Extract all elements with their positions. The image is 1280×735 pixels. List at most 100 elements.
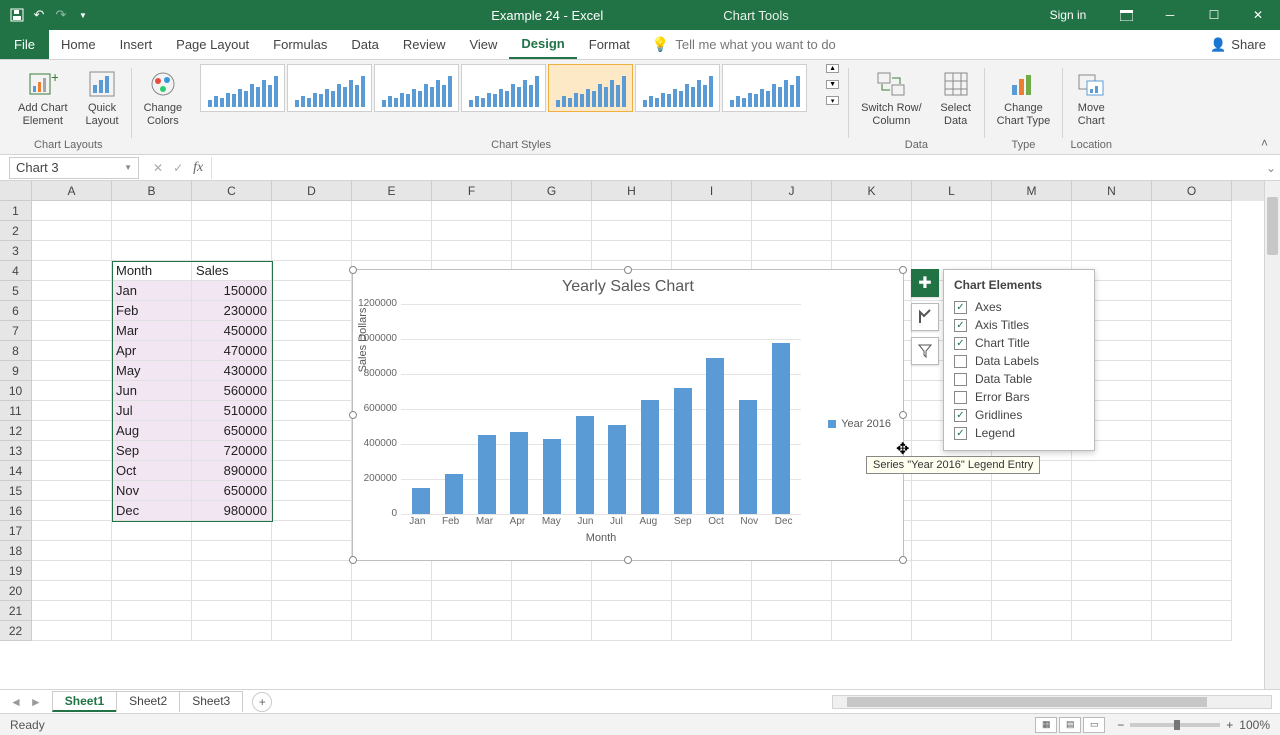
cell[interactable] [32,201,112,221]
chevron-down-icon[interactable]: ▼ [124,163,132,172]
cell[interactable] [32,361,112,381]
cell[interactable] [272,421,352,441]
cell[interactable] [352,221,432,241]
tab-design[interactable]: Design [509,30,576,59]
cell[interactable] [592,561,672,581]
cell[interactable] [192,621,272,641]
chart-element-option[interactable]: ✓Axis Titles [954,316,1084,334]
cell[interactable]: 890000 [192,461,272,481]
cell[interactable]: 650000 [192,421,272,441]
row-header[interactable]: 13 [0,441,32,461]
cell[interactable]: Month [112,261,192,281]
cell[interactable] [912,521,992,541]
cell[interactable] [1152,301,1232,321]
cell[interactable] [272,301,352,321]
cell[interactable] [1072,561,1152,581]
cell[interactable] [352,201,432,221]
name-box[interactable]: Chart 3 ▼ [9,157,139,179]
chart-style-thumbnail[interactable] [287,64,372,112]
cell[interactable] [112,201,192,221]
cell[interactable] [112,521,192,541]
tab-page-layout[interactable]: Page Layout [164,30,261,59]
cell[interactable]: 510000 [192,401,272,421]
cell[interactable]: Aug [112,421,192,441]
cell[interactable] [272,321,352,341]
cell[interactable] [1152,621,1232,641]
cell[interactable] [992,581,1072,601]
cell[interactable] [32,581,112,601]
cell[interactable] [272,381,352,401]
sheet-nav-prev-icon[interactable]: ◄ [10,695,22,709]
column-header[interactable]: N [1072,181,1152,201]
cell[interactable] [832,221,912,241]
row-header[interactable]: 2 [0,221,32,241]
row-header[interactable]: 14 [0,461,32,481]
cell[interactable] [112,601,192,621]
row-header[interactable]: 22 [0,621,32,641]
cell[interactable] [1152,261,1232,281]
cell[interactable]: Apr [112,341,192,361]
gallery-scroll-down-icon[interactable]: ▼ [826,80,839,89]
cell[interactable] [32,381,112,401]
cell[interactable] [1152,241,1232,261]
column-header[interactable]: C [192,181,272,201]
cell[interactable] [272,621,352,641]
chart-element-option[interactable]: ✓Axes [954,298,1084,316]
enter-formula-icon[interactable]: ✓ [173,161,183,175]
row-header[interactable]: 17 [0,521,32,541]
cell[interactable] [752,601,832,621]
undo-icon[interactable]: ↶ [30,6,48,24]
quick-layout-button[interactable]: QuickLayout [80,64,125,132]
chart-styles-button[interactable] [911,303,939,331]
cell[interactable]: Jan [112,281,192,301]
cell[interactable] [1072,221,1152,241]
cell[interactable] [272,561,352,581]
tell-me-search[interactable]: 💡 Tell me what you want to do [652,30,836,59]
chart-bar[interactable] [412,488,430,514]
cell[interactable] [352,621,432,641]
tab-formulas[interactable]: Formulas [261,30,339,59]
minimize-icon[interactable]: ─ [1148,0,1192,30]
new-sheet-button[interactable]: + [252,692,272,712]
tab-file[interactable]: File [0,30,49,59]
cell[interactable] [272,441,352,461]
cell[interactable] [432,241,512,261]
cell[interactable] [672,561,752,581]
cell[interactable] [1152,421,1232,441]
cell[interactable] [1152,481,1232,501]
cell[interactable] [272,501,352,521]
cell[interactable] [752,581,832,601]
cell[interactable] [32,561,112,581]
row-header[interactable]: 12 [0,421,32,441]
tab-view[interactable]: View [457,30,509,59]
cell[interactable]: 470000 [192,341,272,361]
cell[interactable] [912,241,992,261]
cell[interactable] [112,241,192,261]
chart-bar[interactable] [576,416,594,514]
column-header[interactable]: H [592,181,672,201]
cell[interactable] [192,241,272,261]
chart-title[interactable]: Yearly Sales Chart [353,278,903,296]
cell[interactable] [272,401,352,421]
cell[interactable] [272,201,352,221]
zoom-slider[interactable] [1130,723,1220,727]
row-header[interactable]: 1 [0,201,32,221]
chart-element-option[interactable]: ✓Legend [954,424,1084,442]
cell[interactable] [832,561,912,581]
vertical-scrollbar[interactable] [1264,181,1280,689]
cell[interactable] [1152,361,1232,381]
tab-review[interactable]: Review [391,30,458,59]
chart-style-thumbnail[interactable] [635,64,720,112]
cell[interactable] [1152,561,1232,581]
column-header[interactable]: K [832,181,912,201]
select-all-triangle[interactable] [0,181,32,201]
chart-style-thumbnail[interactable] [722,64,807,112]
cell[interactable] [512,581,592,601]
chart-bar[interactable] [706,358,724,514]
cell[interactable] [1072,601,1152,621]
cell[interactable] [1152,401,1232,421]
cell[interactable]: 980000 [192,501,272,521]
cell[interactable] [32,301,112,321]
chart-bar[interactable] [478,435,496,514]
row-header[interactable]: 15 [0,481,32,501]
